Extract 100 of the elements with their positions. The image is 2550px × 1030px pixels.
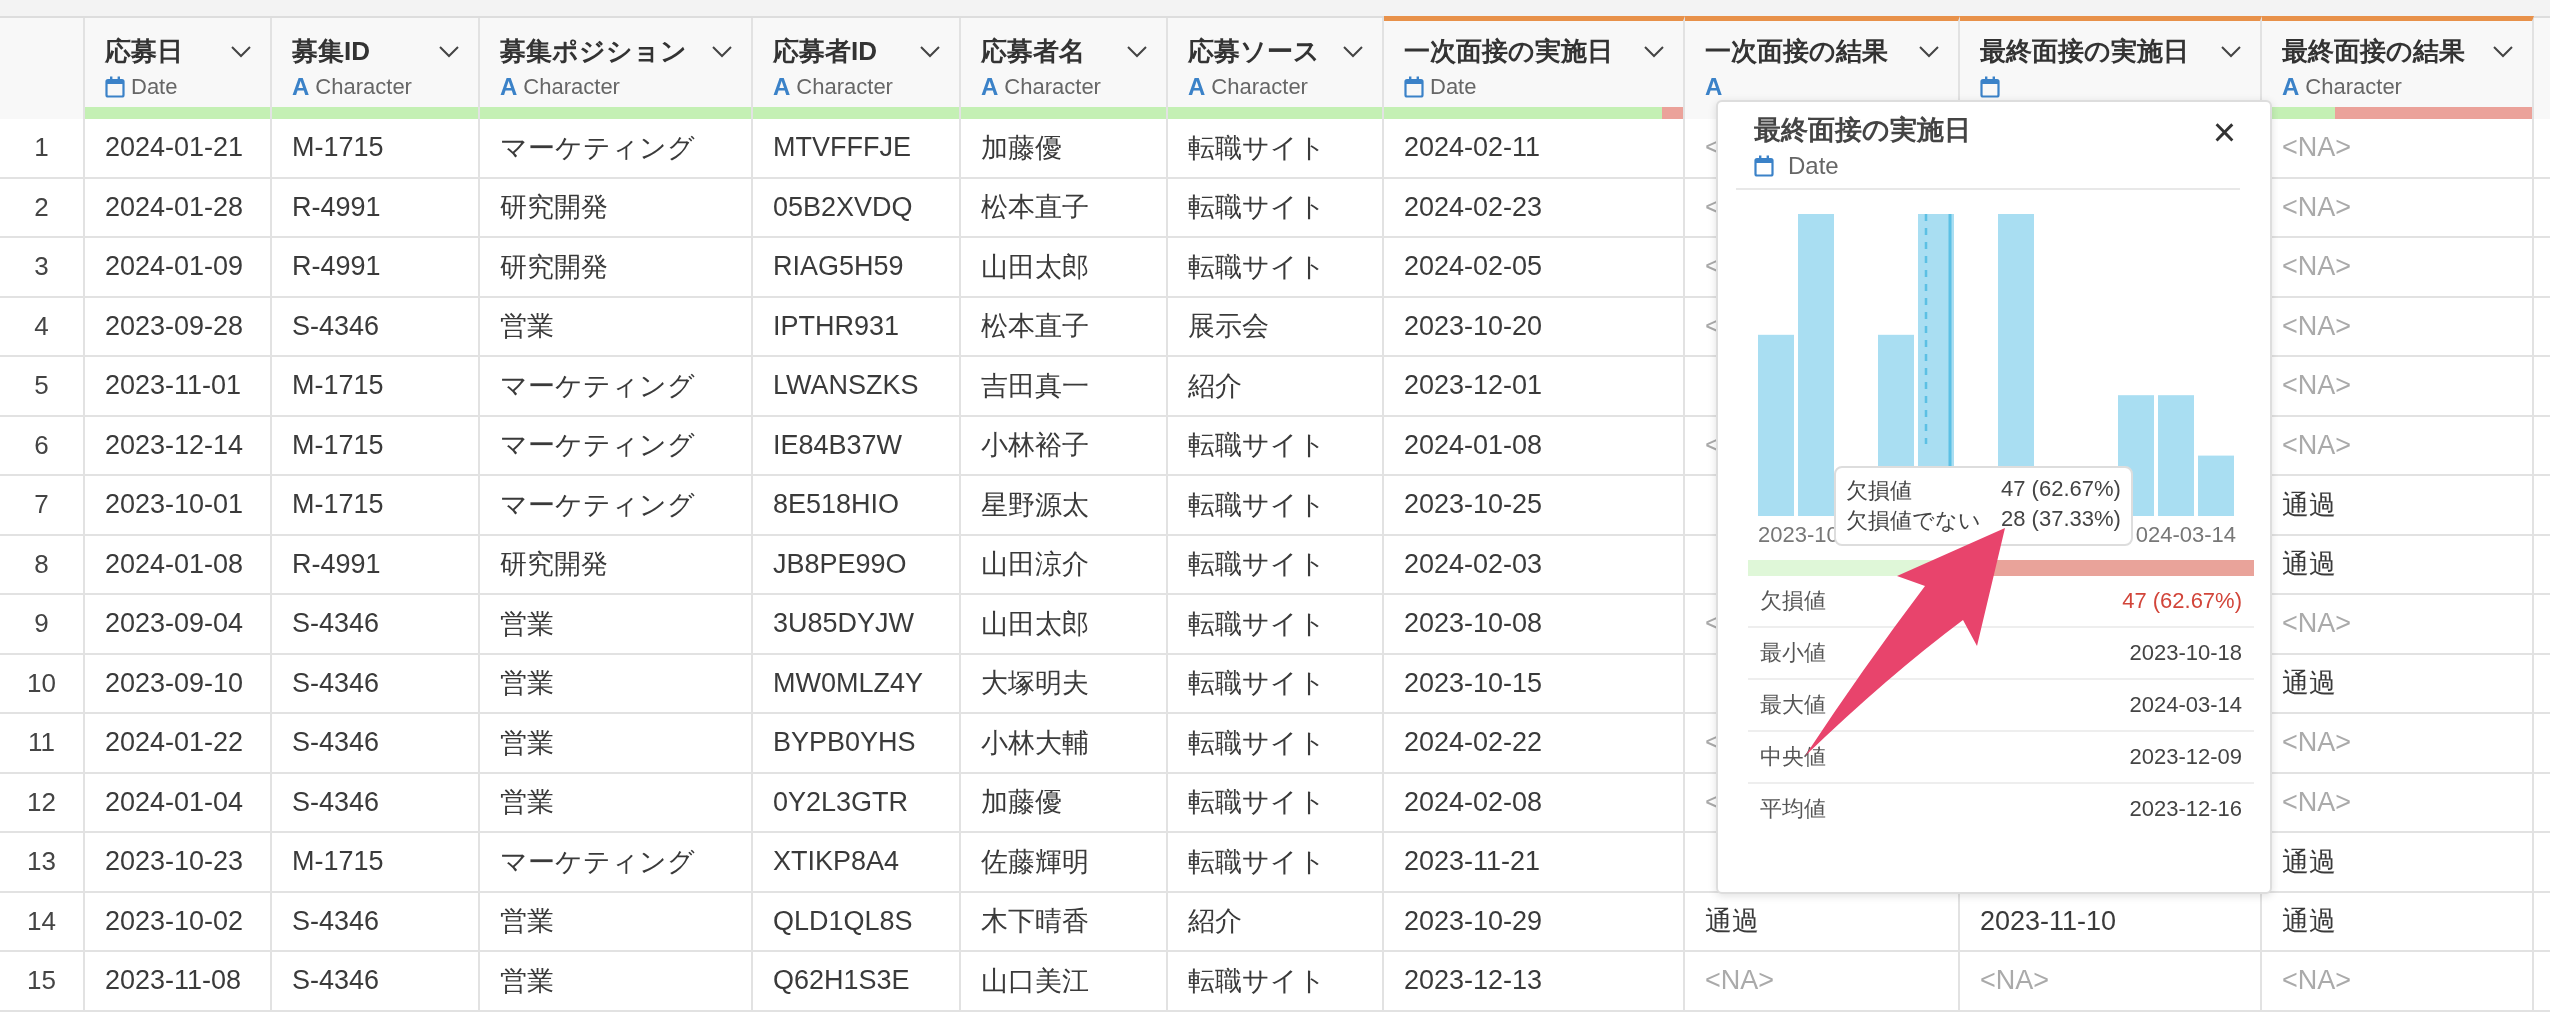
character-type-icon: A bbox=[500, 73, 518, 101]
table-cell: R-4991 bbox=[272, 178, 480, 238]
row-number: 7 bbox=[0, 476, 85, 536]
character-type-icon: A bbox=[292, 73, 310, 101]
table-cell: 山口美江 bbox=[961, 952, 1168, 1012]
table-cell: 2023-10-20 bbox=[1384, 297, 1685, 357]
character-type-icon: A bbox=[1705, 73, 1723, 101]
table-cell: M-1715 bbox=[272, 357, 480, 417]
table-cell: 2024-01-21 bbox=[85, 119, 272, 179]
table-cell: 2024-01-09 bbox=[85, 238, 272, 298]
table-cell: 小林裕子 bbox=[961, 416, 1168, 476]
table-cell: 2023-12-14 bbox=[85, 416, 272, 476]
stat-label: 中央値 bbox=[1760, 743, 1826, 771]
table-cell: 営業 bbox=[480, 892, 753, 952]
table-cell: 転職サイト bbox=[1168, 595, 1384, 655]
column-title: 募集ID bbox=[292, 35, 370, 68]
table-cell: 大塚明夫 bbox=[961, 654, 1168, 714]
table-cell: <NA> bbox=[1685, 952, 1960, 1012]
table-cell: 展示会 bbox=[1168, 297, 1384, 357]
table-cell: S-4346 bbox=[272, 773, 480, 833]
table-cell: 紹介 bbox=[1168, 357, 1384, 417]
table-cell: 2024-02-03 bbox=[1384, 535, 1685, 595]
table-cell: S-4346 bbox=[272, 595, 480, 655]
table-cell: 2023-10-02 bbox=[85, 892, 272, 952]
table-cell: 山田太郎 bbox=[961, 595, 1168, 655]
table-cell: 営業 bbox=[480, 595, 753, 655]
table-cell: QLD1QL8S bbox=[753, 892, 961, 952]
table-cell: 2023-12-01 bbox=[1384, 357, 1685, 417]
table-cell: M-1715 bbox=[272, 476, 480, 536]
table-cell: 2024-02-08 bbox=[1384, 773, 1685, 833]
column-title: 応募ソース bbox=[1188, 35, 1320, 68]
row-number: 14 bbox=[0, 892, 85, 952]
stat-value: 2023-12-09 bbox=[2129, 744, 2242, 770]
column-title: 応募日 bbox=[105, 35, 183, 68]
table-cell: 転職サイト bbox=[1168, 833, 1384, 893]
table-cell: <NA> bbox=[2262, 952, 2534, 1012]
row-number: 3 bbox=[0, 238, 85, 298]
character-type-icon: A bbox=[981, 73, 999, 101]
row-number: 4 bbox=[0, 297, 85, 357]
table-cell: R-4991 bbox=[272, 535, 480, 595]
table-cell: M-1715 bbox=[272, 416, 480, 476]
table-cell: 営業 bbox=[480, 952, 753, 1012]
table-cell: R-4991 bbox=[272, 238, 480, 298]
tooltip-value: 47 (62.67%) bbox=[2001, 476, 2121, 503]
character-type-icon: A bbox=[2282, 73, 2300, 101]
row-number: 11 bbox=[0, 714, 85, 774]
table-cell: 山田太郎 bbox=[961, 238, 1168, 298]
row-number: 5 bbox=[0, 357, 85, 417]
column-type: Character bbox=[1211, 74, 1308, 100]
table-cell: S-4346 bbox=[272, 714, 480, 774]
row-number: 6 bbox=[0, 416, 85, 476]
table-cell: 8E518HIO bbox=[753, 476, 961, 536]
table-cell: 研究開発 bbox=[480, 238, 753, 298]
table-cell: 転職サイト bbox=[1168, 714, 1384, 774]
column-type: Character bbox=[796, 74, 893, 100]
table-cell: 通過 bbox=[2262, 892, 2534, 952]
table-cell: 転職サイト bbox=[1168, 416, 1384, 476]
table-cell: IPTHR931 bbox=[753, 297, 961, 357]
table-cell: S-4346 bbox=[272, 297, 480, 357]
table-cell: 2023-09-28 bbox=[85, 297, 272, 357]
table-cell: M-1715 bbox=[272, 833, 480, 893]
row-number: 13 bbox=[0, 833, 85, 893]
table-cell: IE84B37W bbox=[753, 416, 961, 476]
table-cell: マーケティング bbox=[480, 476, 753, 536]
tooltip-value: 28 (37.33%) bbox=[2001, 506, 2121, 533]
table-cell: 転職サイト bbox=[1168, 654, 1384, 714]
table-cell: 営業 bbox=[480, 297, 753, 357]
table-cell: 小林大輔 bbox=[961, 714, 1168, 774]
tooltip-label: 欠損値でない bbox=[1846, 507, 1981, 535]
table-cell: 佐藤輝明 bbox=[961, 833, 1168, 893]
table-cell: 営業 bbox=[480, 773, 753, 833]
table-cell: <NA> bbox=[1960, 952, 2262, 1012]
stat-value: 2024-03-14 bbox=[2129, 692, 2242, 718]
stat-value: 47 (62.67%) bbox=[2122, 588, 2242, 614]
table-cell: 2023-10-01 bbox=[85, 476, 272, 536]
table-cell: RIAG5H59 bbox=[753, 238, 961, 298]
table-cell: 山田涼介 bbox=[961, 535, 1168, 595]
column-type: Date bbox=[1788, 152, 1839, 180]
table-cell: 転職サイト bbox=[1168, 238, 1384, 298]
column-type: Character bbox=[1004, 74, 1101, 100]
table-cell: マーケティング bbox=[480, 416, 753, 476]
table-cell: 加藤優 bbox=[961, 119, 1168, 179]
column-title: 応募者ID bbox=[773, 35, 877, 68]
table-cell: 2024-01-04 bbox=[85, 773, 272, 833]
row-number: 9 bbox=[0, 595, 85, 655]
table-cell: 転職サイト bbox=[1168, 119, 1384, 179]
table-cell: マーケティング bbox=[480, 833, 753, 893]
row-number: 2 bbox=[0, 178, 85, 238]
table-cell: 営業 bbox=[480, 714, 753, 774]
column-title: 最終面接の実施日 bbox=[1980, 35, 2189, 68]
table-cell: S-4346 bbox=[272, 952, 480, 1012]
row-number: 8 bbox=[0, 535, 85, 595]
table-cell: 2024-01-08 bbox=[85, 535, 272, 595]
table-cell: 3U85DYJW bbox=[753, 595, 961, 655]
table-cell: JB8PE99O bbox=[753, 535, 961, 595]
table-cell: 2023-10-08 bbox=[1384, 595, 1685, 655]
table-cell: 2023-12-13 bbox=[1384, 952, 1685, 1012]
table-cell: Q62H1S3E bbox=[753, 952, 961, 1012]
stat-value: 2023-12-16 bbox=[2129, 796, 2242, 822]
table-cell: 吉田真一 bbox=[961, 357, 1168, 417]
